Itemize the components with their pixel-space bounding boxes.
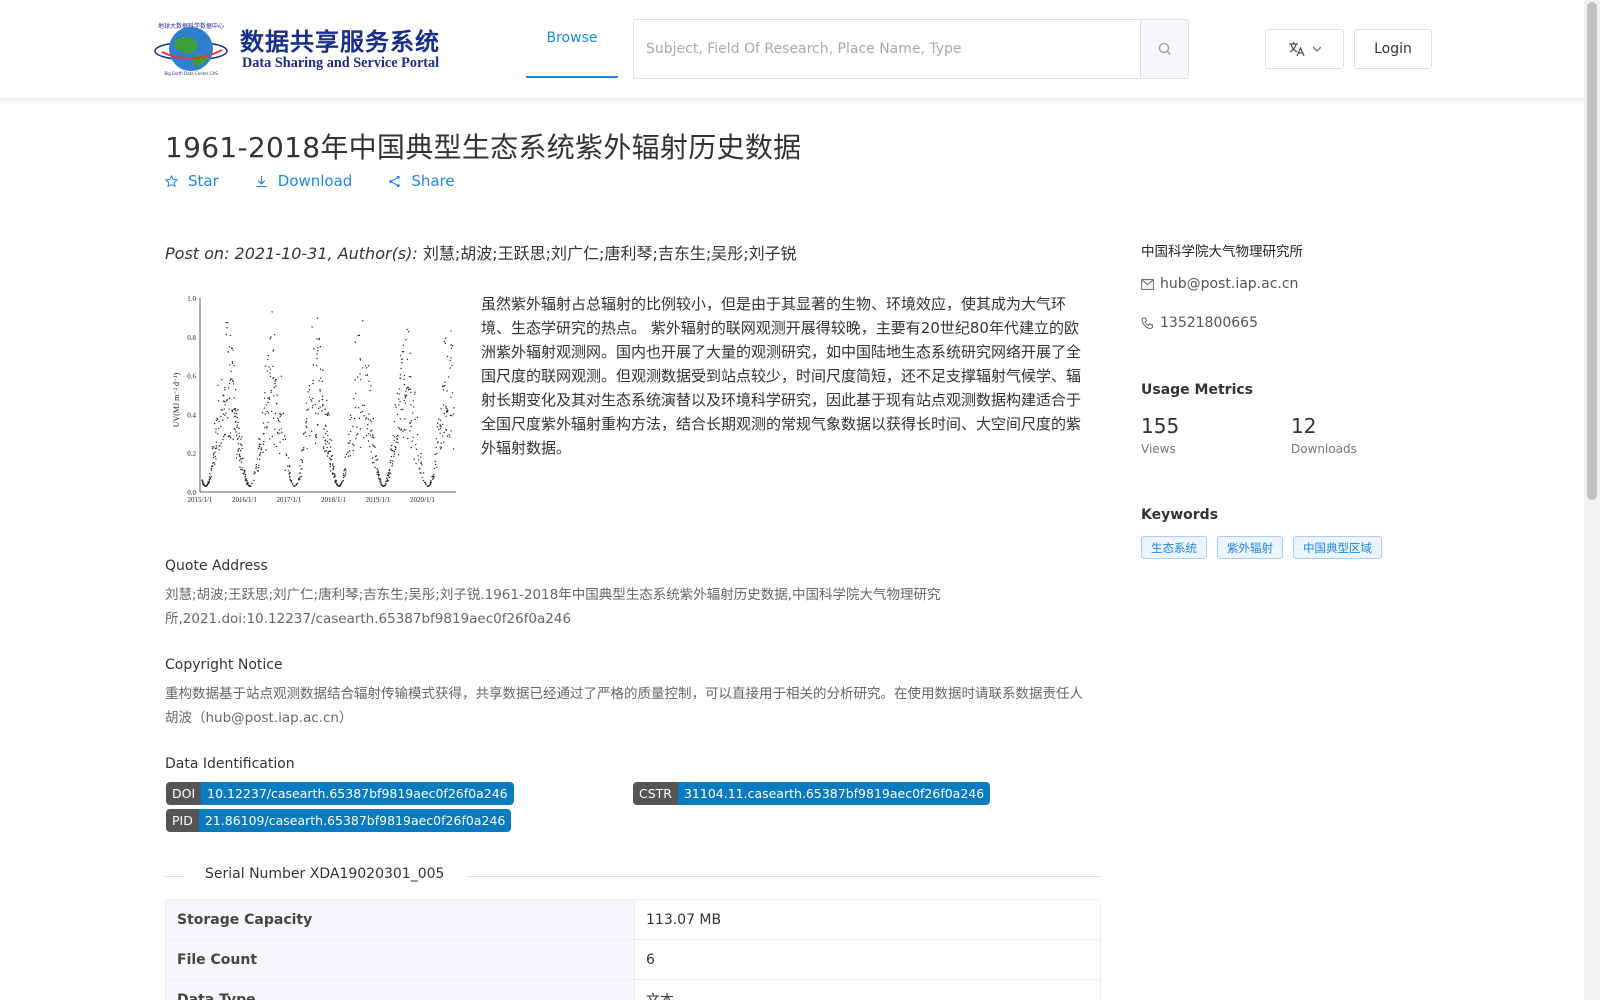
svg-text:地球大数据科学数据中心: 地球大数据科学数据中心	[158, 22, 224, 30]
contact-phone: 13521800665	[1141, 315, 1258, 331]
serial-number-divider: Serial Number XDA19020301_005	[165, 866, 1101, 886]
login-button[interactable]: Login	[1354, 29, 1432, 69]
cstr-badge[interactable]: CSTR 31104.11.casearth.65387bf9819aec0f2…	[633, 782, 991, 805]
figure-y-tick-label: 0.2	[187, 450, 196, 458]
usage-metrics-heading: Usage Metrics	[1141, 382, 1253, 398]
figure-x-tick-label: 2016/1/1	[232, 496, 257, 504]
views-label: Views	[1141, 442, 1176, 456]
logo-english-title: Data Sharing and Service Portal	[242, 55, 440, 71]
logo-chinese-title: 数据共享服务系统	[240, 28, 440, 56]
views-count: 155	[1141, 414, 1180, 438]
search-button[interactable]	[1140, 20, 1188, 78]
table-value: 文本	[634, 979, 1101, 1000]
table-row: File Count 6	[165, 939, 1101, 980]
cstr-value: 31104.11.casearth.65387bf9819aec0f26f0a2…	[677, 782, 991, 805]
chevron-down-icon	[1312, 46, 1321, 52]
quote-text: 刘慧;胡波;王跃思;刘广仁;唐利琴;吉东生;吴彤;刘子锐.1961-2018年中…	[165, 587, 941, 627]
pid-value: 21.86109/casearth.65387bf9819aec0f26f0a2…	[198, 809, 512, 832]
email-text: hub@post.iap.ac.cn	[1160, 276, 1299, 292]
figure-y-tick-label: 0.6	[187, 373, 196, 381]
language-switch-button[interactable]	[1265, 29, 1344, 69]
keywords-heading: Keywords	[1141, 507, 1219, 523]
download-icon	[256, 175, 267, 187]
copyright-text: 重构数据基于站点观测数据结合辐射传输模式获得，共享数据已经通过了严格的质量控制，…	[165, 686, 1083, 726]
table-row: Storage Capacity 113.07 MB	[165, 899, 1101, 940]
doi-badge[interactable]: DOI 10.12237/casearth.65387bf9819aec0f26…	[166, 782, 514, 805]
cstr-key: CSTR	[633, 782, 678, 805]
figure-y-tick-label: 1.0	[187, 295, 196, 303]
star-icon	[165, 174, 178, 187]
downloads-count: 12	[1291, 414, 1317, 438]
pid-key: PID	[166, 809, 199, 832]
post-date: Post on: 2021-10-31, Author(s):	[165, 244, 418, 263]
contact-email[interactable]: hub@post.iap.ac.cn	[1141, 276, 1298, 292]
downloads-label: Downloads	[1291, 442, 1357, 456]
figure-x-tick-label: 2020/1/1	[410, 496, 435, 504]
table-value: 6	[634, 939, 1101, 980]
views-metric: 155 Views	[1141, 414, 1179, 456]
figure-x-tick-label: 2019/1/1	[366, 496, 391, 504]
phone-text: 13521800665	[1160, 315, 1258, 331]
table-key: Data Type	[165, 979, 635, 1000]
keyword-tag[interactable]: 中国典型区域	[1293, 536, 1382, 559]
keyword-tag[interactable]: 紫外辐射	[1217, 536, 1283, 559]
dataset-title: 1961-2018年中国典型生态系统紫外辐射历史数据	[165, 131, 802, 164]
table-value: 113.07 MB	[634, 899, 1101, 940]
post-info: Post on: 2021-10-31, Author(s): 刘慧;胡波;王跃…	[165, 240, 797, 264]
page-scrollbar[interactable]	[1584, 0, 1600, 1000]
mail-icon	[1141, 278, 1154, 290]
table-key: Storage Capacity	[165, 899, 635, 940]
figure-y-tick-label: 0.8	[187, 334, 196, 342]
download-button[interactable]: Download	[255, 172, 353, 190]
share-icon	[389, 175, 401, 187]
figure-x-tick-label: 2015/1/1	[188, 496, 213, 504]
identification-heading: Data Identification	[165, 756, 295, 772]
search-input[interactable]	[634, 20, 1140, 78]
figure-x-tick-label: 2018/1/1	[321, 496, 346, 504]
scrollbar-thumb[interactable]	[1587, 2, 1597, 500]
metadata-table: Storage Capacity 113.07 MB File Count 6 …	[165, 899, 1101, 1000]
keyword-tag[interactable]: 生态系统	[1141, 536, 1207, 559]
star-button[interactable]: Star	[165, 172, 219, 190]
copyright-heading: Copyright Notice	[165, 657, 283, 673]
translate-icon	[1288, 42, 1305, 57]
nav-browse-tab[interactable]: Browse	[526, 0, 618, 78]
globe-logo-icon: 地球大数据科学数据中心 Big Earth Data Center,CAS	[154, 22, 228, 76]
figure-y-label: UV(MJ m⁻² d⁻¹)	[172, 372, 181, 427]
svg-text:Big Earth Data Center,CAS: Big Earth Data Center,CAS	[164, 71, 218, 76]
phone-icon	[1141, 317, 1153, 329]
quote-heading: Quote Address	[165, 558, 268, 574]
pid-badge[interactable]: PID 21.86109/casearth.65387bf9819aec0f26…	[166, 809, 512, 832]
uv-time-series-figure: 1.00.80.60.40.20.0 2015/1/1 2016/1/1 2017/…	[172, 295, 456, 504]
author-list: 刘慧;胡波;王跃思;刘广仁;唐利琴;吉东生;吴彤;刘子锐	[422, 244, 797, 263]
star-label: Star	[188, 172, 219, 190]
search-bar	[633, 19, 1189, 79]
download-label: Download	[277, 172, 353, 190]
table-row: Data Type 文本	[165, 979, 1101, 1000]
keyword-list: 生态系统 紫外辐射 中国典型区域	[1141, 536, 1382, 559]
table-key: File Count	[165, 939, 635, 980]
share-button[interactable]: Share	[388, 172, 455, 190]
figure-y-tick-label: 0.4	[187, 411, 196, 419]
search-icon	[1158, 42, 1171, 55]
dataset-abstract: 虽然紫外辐射占总辐射的比例较小，但是由于其显著的生物、环境效应，使其成为大气环境…	[481, 295, 1082, 457]
doi-key: DOI	[166, 782, 202, 805]
top-header: 地球大数据科学数据中心 Big Earth Data Center,CAS 数据…	[0, 0, 1584, 99]
share-label: Share	[411, 172, 455, 190]
downloads-metric: 12 Downloads	[1291, 414, 1357, 456]
figure-x-tick-label: 2017/1/1	[277, 496, 302, 504]
dataset-actions: Star Download Share	[165, 172, 491, 190]
portal-logo[interactable]: 地球大数据科学数据中心 Big Earth Data Center,CAS 数据…	[152, 18, 442, 80]
serial-number: Serial Number XDA19020301_005	[205, 866, 445, 882]
doi-value: 10.12237/casearth.65387bf9819aec0f26f0a2…	[201, 782, 514, 805]
organization-name: 中国科学院大气物理研究所	[1141, 244, 1303, 260]
